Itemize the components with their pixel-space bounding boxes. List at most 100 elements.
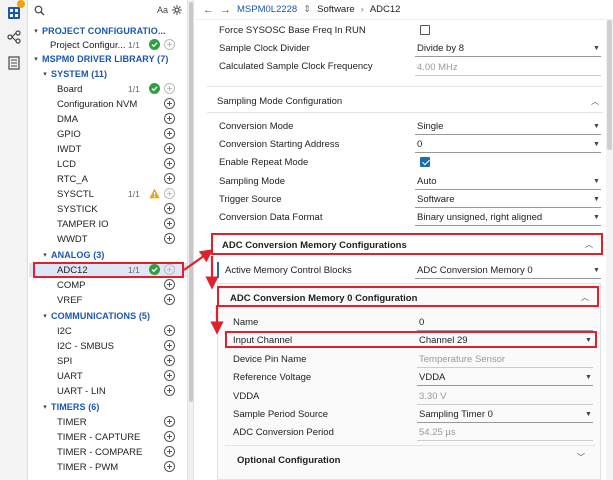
- tree-item-uart[interactable]: UART: [29, 369, 187, 383]
- chevron-updown-icon[interactable]: ⇕: [303, 4, 311, 15]
- select-underline: [415, 189, 601, 190]
- match-case-toggle[interactable]: Aa: [157, 5, 168, 15]
- add-instance-button[interactable]: [164, 431, 175, 442]
- active-mem-blocks-select[interactable]: ADC Conversion Memory 0: [417, 265, 533, 276]
- tree-item-iwdt[interactable]: IWDT: [29, 142, 187, 156]
- add-instance-button[interactable]: [164, 233, 175, 244]
- breadcrumb-software[interactable]: Software: [317, 4, 355, 15]
- tree-group-communications[interactable]: ▾ COMMUNICATIONS (5): [29, 309, 187, 323]
- back-arrow-icon[interactable]: ←: [203, 4, 214, 16]
- caret-down-icon[interactable]: ▼: [593, 141, 600, 148]
- enable-repeat-checkbox[interactable]: [420, 157, 430, 167]
- tree-item-systick[interactable]: SYSTICK: [29, 202, 187, 216]
- tree-item-timer[interactable]: TIMER: [29, 415, 187, 429]
- sampling-mode-select[interactable]: Auto: [417, 176, 437, 187]
- tree-group-timers[interactable]: ▾ TIMERS (6): [29, 400, 187, 414]
- caret-down-icon[interactable]: ▼: [593, 178, 600, 185]
- tree-item-comp[interactable]: COMP: [29, 278, 187, 292]
- tree-item-timer-pwm[interactable]: TIMER - PWM: [29, 460, 187, 474]
- caret-down-icon[interactable]: ▼: [585, 411, 592, 418]
- tree-scrollbar-thumb[interactable]: [189, 2, 193, 402]
- add-instance-button[interactable]: [164, 188, 175, 199]
- sample-clock-divider-select[interactable]: Divide by 8: [417, 43, 464, 54]
- tree-item-timer-compare[interactable]: TIMER - COMPARE: [29, 445, 187, 459]
- tree-group-project-config[interactable]: ▾ PROJECT CONFIGURATIO...: [29, 24, 187, 38]
- tree-group-analog[interactable]: ▾ ANALOG (3): [29, 248, 187, 262]
- config-scrollbar[interactable]: [606, 20, 613, 480]
- sysconfig-icon[interactable]: [7, 6, 21, 20]
- tree-item-board[interactable]: Board 1/1: [29, 82, 187, 96]
- add-instance-button[interactable]: [164, 355, 175, 366]
- tree-item-gpio[interactable]: GPIO: [29, 127, 187, 141]
- add-instance-button[interactable]: [164, 143, 175, 154]
- reference-voltage-select[interactable]: VDDA: [419, 372, 445, 383]
- tree-item-vref[interactable]: VREF: [29, 293, 187, 307]
- caret-down-icon[interactable]: ▼: [593, 267, 600, 274]
- search-icon[interactable]: [34, 5, 45, 16]
- add-instance-button[interactable]: [164, 340, 175, 351]
- add-instance-button[interactable]: [164, 325, 175, 336]
- add-instance-button[interactable]: [164, 98, 175, 109]
- add-instance-button[interactable]: [164, 461, 175, 472]
- input-channel-highlight-box: [225, 331, 597, 348]
- caret-down-icon[interactable]: ▼: [585, 374, 592, 381]
- caret-down-icon[interactable]: ▼: [593, 196, 600, 203]
- tree-item-uart-lin[interactable]: UART - LIN: [29, 384, 187, 398]
- add-instance-button[interactable]: [164, 158, 175, 169]
- tree-item-tamper-io[interactable]: TAMPER IO: [29, 217, 187, 231]
- caret-down-icon[interactable]: ▼: [593, 123, 600, 130]
- forward-arrow-icon[interactable]: →: [220, 4, 231, 16]
- add-instance-button[interactable]: [164, 446, 175, 457]
- device-selector[interactable]: MSPM0L2228: [237, 4, 297, 15]
- tree-item-wwdt[interactable]: WWDT: [29, 232, 187, 246]
- add-instance-button[interactable]: [164, 279, 175, 290]
- section-divider: [207, 112, 603, 113]
- tree-group-system[interactable]: ▾ SYSTEM (11): [29, 67, 187, 81]
- tree-group-driver-library[interactable]: ▾ MSPM0 DRIVER LIBRARY (7): [29, 52, 187, 66]
- tree-item-lcd[interactable]: LCD: [29, 157, 187, 171]
- force-sysosc-checkbox[interactable]: [420, 25, 430, 35]
- tree-item-i2c[interactable]: I2C: [29, 324, 187, 338]
- conversion-data-format-select[interactable]: Binary unsigned, right aligned: [417, 212, 542, 223]
- section-sampling-mode[interactable]: Sampling Mode Configuration: [217, 96, 342, 107]
- add-instance-button[interactable]: [164, 39, 175, 50]
- trigger-source-select[interactable]: Software: [417, 194, 455, 205]
- settings-icon[interactable]: [172, 5, 182, 15]
- caret-down-icon[interactable]: ▼: [593, 45, 600, 52]
- add-instance-button[interactable]: [164, 113, 175, 124]
- name-input[interactable]: 0: [419, 317, 424, 328]
- add-instance-button[interactable]: [164, 294, 175, 305]
- tree-item-spi[interactable]: SPI: [29, 354, 187, 368]
- chevron-down-icon[interactable]: ﹀: [577, 452, 585, 463]
- tree-item-rtc-a[interactable]: RTC_A: [29, 172, 187, 186]
- section-optional-config[interactable]: Optional Configuration: [237, 455, 340, 466]
- field-label: Sampling Mode: [219, 175, 286, 187]
- add-instance-button[interactable]: [164, 416, 175, 427]
- tree-item-dma[interactable]: DMA: [29, 112, 187, 126]
- add-instance-button[interactable]: [164, 128, 175, 139]
- tree-diagram-icon[interactable]: [7, 30, 21, 44]
- tree-item-configuration-nvm[interactable]: Configuration NVM: [29, 97, 187, 111]
- add-instance-button[interactable]: [164, 203, 175, 214]
- add-instance-button[interactable]: [164, 385, 175, 396]
- field-label: Device Pin Name: [233, 353, 307, 365]
- tree-item-i2c-smbus[interactable]: I2C - SMBUS: [29, 339, 187, 353]
- tree-item-project-configuration[interactable]: Project Configur... 1/1: [29, 38, 187, 52]
- config-scrollbar-thumb[interactable]: [607, 20, 612, 150]
- tree-scrollbar[interactable]: [187, 0, 194, 480]
- sample-period-source-select[interactable]: Sampling Timer 0: [419, 409, 493, 420]
- add-instance-button[interactable]: [164, 370, 175, 381]
- chevron-up-icon[interactable]: ︿: [591, 96, 599, 107]
- document-icon[interactable]: [7, 56, 21, 70]
- add-instance-button[interactable]: [164, 173, 175, 184]
- tree-item-sysctl[interactable]: SYSCTL 1/1: [29, 187, 187, 201]
- device-pin-name-value: Temperature Sensor: [419, 354, 506, 365]
- conversion-start-address-select[interactable]: 0: [417, 139, 422, 150]
- select-underline: [417, 422, 593, 423]
- tree-item-timer-capture[interactable]: TIMER - CAPTURE: [29, 430, 187, 444]
- add-instance-button[interactable]: [164, 83, 175, 94]
- caret-down-icon[interactable]: ▼: [593, 214, 600, 221]
- add-instance-button[interactable]: [164, 218, 175, 229]
- conversion-mode-select[interactable]: Single: [417, 121, 443, 132]
- select-underline: [417, 385, 593, 386]
